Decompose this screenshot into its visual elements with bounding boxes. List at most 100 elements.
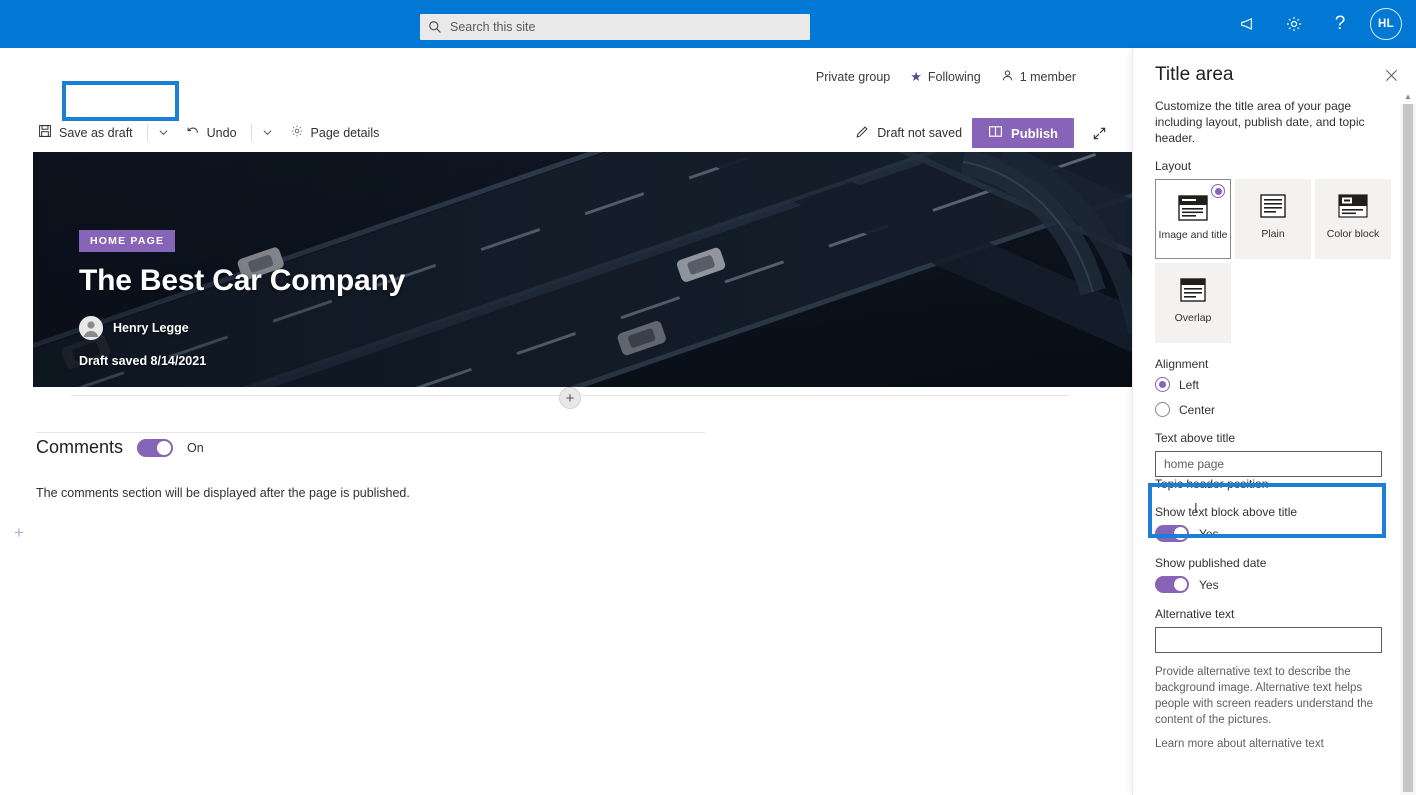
obscured-setting-label: Topic header position (1155, 477, 1269, 491)
layout-options: Image and title Plain Color block Overla… (1155, 179, 1401, 343)
expand-icon[interactable] (1084, 118, 1114, 148)
title-area-panel: Title area Customize the title area of y… (1132, 48, 1416, 795)
add-section-rail-button[interactable]: + (10, 523, 28, 542)
help-icon[interactable]: ? (1320, 4, 1360, 44)
publish-button[interactable]: Publish (972, 118, 1074, 148)
author-avatar (79, 316, 103, 340)
search-input[interactable]: Search this site (420, 14, 810, 40)
gear-icon[interactable] (1274, 4, 1314, 44)
show-text-block-toggle[interactable] (1155, 525, 1189, 542)
person-icon (1001, 69, 1014, 85)
comments-toggle-state: On (187, 440, 204, 455)
page-canvas: HOME PAGE The Best Car Company Henry Leg… (0, 152, 1132, 795)
hero-byline: Henry Legge (79, 316, 405, 340)
undo-button[interactable]: Undo (176, 117, 247, 149)
save-chevron-down-icon[interactable] (152, 117, 176, 149)
panel-title: Title area (1155, 64, 1234, 85)
text-above-title-input[interactable] (1155, 451, 1382, 477)
site-header: Private group ★ Following 1 member (0, 48, 1132, 106)
alignment-label: Alignment (1155, 357, 1209, 371)
undo-icon (186, 124, 200, 141)
panel-scrollbar[interactable]: ▲ (1400, 88, 1416, 795)
following-label: Following (927, 70, 981, 84)
undo-label: Undo (206, 125, 237, 140)
save-icon (38, 124, 52, 141)
show-published-date-value: Yes (1199, 577, 1219, 592)
alternative-text-label: Alternative text (1155, 607, 1235, 621)
megaphone-icon[interactable] (1228, 4, 1268, 44)
draft-status-label: Draft not saved (877, 126, 963, 140)
search-icon (428, 20, 442, 34)
command-bar-right: Draft not saved Publish (855, 114, 1114, 152)
layout-option-plain[interactable]: Plain (1235, 179, 1311, 259)
alternative-text-input[interactable] (1155, 627, 1382, 653)
scrollbar-track[interactable] (1400, 104, 1416, 795)
color-block-thumb-icon (1336, 192, 1370, 222)
text-above-title-label: Text above title (1155, 431, 1236, 445)
star-icon: ★ (910, 69, 922, 84)
alternative-text-help: Provide alternative text to describe the… (1155, 666, 1374, 726)
show-published-date-toggle[interactable] (1155, 576, 1189, 593)
hero-content: HOME PAGE The Best Car Company Henry Leg… (79, 230, 405, 368)
layout-label: Layout (1155, 159, 1192, 173)
panel-description: Customize the title area of your page in… (1155, 99, 1365, 146)
radio-center-icon[interactable] (1155, 402, 1170, 417)
comments-header: Comments On (36, 437, 736, 458)
alignment-option-left[interactable]: Left (1155, 377, 1382, 392)
page-details-button[interactable]: Page details (280, 117, 390, 149)
divider (146, 123, 148, 142)
comments-title: Comments (36, 437, 124, 457)
page-details-label: Page details (310, 125, 380, 140)
show-published-date-label: Show published date (1155, 556, 1267, 570)
scrollbar-thumb[interactable] (1403, 104, 1413, 792)
draft-saved-date: Draft saved 8/14/2021 (79, 354, 207, 368)
comments-note: The comments section will be displayed a… (36, 486, 410, 500)
pencil-icon (855, 125, 869, 142)
search-placeholder-text: Search this site (450, 20, 536, 34)
save-as-draft-button[interactable]: Save as draft (28, 117, 143, 149)
learn-more-link[interactable]: Learn more about alternative text (1155, 738, 1382, 750)
comments-divider (36, 432, 705, 433)
site-meta: Private group ★ Following 1 member (816, 69, 1076, 85)
publish-icon (988, 124, 1003, 142)
author-name: Henry Legge (113, 321, 189, 335)
layout-option-overlap[interactable]: Overlap (1155, 263, 1231, 343)
layout-option-image-and-title[interactable]: Image and title (1155, 179, 1231, 259)
user-avatar[interactable]: HL (1370, 8, 1402, 40)
topic-header-badge[interactable]: HOME PAGE (79, 230, 176, 252)
command-bar-left: Save as draft Undo Page details (0, 117, 389, 149)
hero-title-area[interactable]: HOME PAGE The Best Car Company Henry Leg… (33, 152, 1132, 387)
layout-option-label: Plain (1261, 228, 1285, 240)
alignment-left-label: Left (1179, 377, 1200, 392)
privacy-label: Private group (815, 70, 891, 84)
alignment-option-center[interactable]: Center (1155, 402, 1382, 417)
members-label: 1 member (1019, 70, 1076, 84)
layout-option-label: Color block (1326, 228, 1380, 240)
scroll-up-arrow-icon[interactable]: ▲ (1400, 88, 1416, 104)
layout-option-label: Overlap (1174, 312, 1212, 324)
comments-toggle[interactable] (137, 438, 174, 457)
suite-bar: Search this site ? HL (0, 0, 1416, 48)
following-button[interactable]: ★ Following (910, 69, 980, 85)
command-bar: Save as draft Undo Page details Draft no… (0, 114, 1132, 152)
page-title[interactable]: The Best Car Company (79, 264, 405, 298)
overlap-thumb-icon (1176, 276, 1210, 306)
show-text-block-row: Yes (1155, 525, 1382, 542)
publish-label: Publish (1011, 125, 1058, 141)
members-button[interactable]: 1 member (1001, 69, 1076, 85)
page-details-gear-icon (290, 124, 304, 141)
undo-chevron-down-icon[interactable] (256, 117, 280, 149)
radio-left-icon[interactable] (1155, 377, 1170, 392)
layout-selected-radio[interactable] (1211, 184, 1225, 198)
comments-section: Comments On The comments section will be… (36, 437, 736, 500)
plain-thumb-icon (1256, 192, 1290, 222)
show-text-block-label: Show text block above title (1155, 505, 1298, 519)
layout-option-label: Image and title (1158, 229, 1228, 241)
close-icon[interactable] (1376, 60, 1406, 90)
panel-header: Title area (1133, 48, 1416, 86)
add-section-button[interactable]: + (559, 387, 581, 409)
layout-option-color-block[interactable]: Color block (1315, 179, 1391, 259)
image-and-title-thumb-icon (1176, 193, 1210, 223)
show-text-block-value: Yes (1199, 526, 1219, 541)
alignment-center-label: Center (1179, 402, 1216, 417)
